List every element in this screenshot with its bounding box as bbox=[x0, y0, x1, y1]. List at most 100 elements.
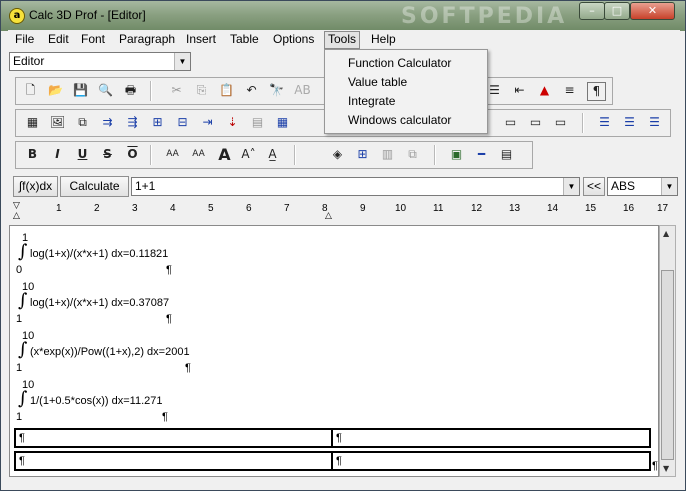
column-insert-icon[interactable]: ⇶ bbox=[124, 114, 141, 131]
menu-insert[interactable]: Insert bbox=[183, 32, 219, 46]
ruler-label: 14 bbox=[547, 203, 559, 214]
insert-image-icon[interactable]: 🖼 bbox=[49, 114, 66, 131]
page-icon[interactable]: ▤ bbox=[498, 146, 515, 163]
scrollbar-thumb[interactable] bbox=[661, 270, 674, 460]
menu-options[interactable]: Options bbox=[270, 32, 317, 46]
ruler-label: 8 bbox=[322, 203, 328, 214]
outline-list-icon[interactable]: ☰ bbox=[646, 114, 663, 131]
toolbar-format: B I U S O AA AA A A˄ A̲ ◈ ⊞ ▥ ⧉ ▣ ━ ▤ bbox=[15, 141, 533, 169]
save-icon[interactable]: 💾 bbox=[72, 82, 89, 99]
menu-edit[interactable]: Edit bbox=[45, 32, 72, 46]
stack-icon[interactable]: ⧉ bbox=[404, 146, 421, 163]
object-icon[interactable]: ⧉ bbox=[74, 114, 91, 131]
open-folder-icon[interactable]: 📂 bbox=[47, 82, 64, 99]
find-icon[interactable]: 🔭 bbox=[268, 82, 285, 99]
frame-bottom-icon[interactable]: ▭ bbox=[527, 114, 544, 131]
table-cell[interactable]: ¶ bbox=[14, 428, 333, 448]
bold-icon[interactable]: B bbox=[24, 146, 41, 163]
grid-view-icon[interactable]: ⊞ bbox=[354, 146, 371, 163]
grid-icon[interactable]: ▤ bbox=[249, 114, 266, 131]
chevron-down-icon[interactable]: ▼ bbox=[661, 178, 677, 195]
scroll-down-icon[interactable]: ▼ bbox=[663, 464, 669, 473]
table-cell[interactable]: ¶ bbox=[331, 451, 651, 471]
scroll-up-icon[interactable]: ▲ bbox=[663, 229, 669, 238]
menu-table[interactable]: Table bbox=[227, 32, 262, 46]
app-logo-icon: a bbox=[9, 8, 25, 24]
align-bottom-icon[interactable]: ⇥ bbox=[199, 114, 216, 131]
minimize-button[interactable]: – bbox=[579, 2, 605, 20]
menu-help[interactable]: Help bbox=[368, 32, 399, 46]
close-button[interactable]: ✕ bbox=[630, 2, 675, 20]
paragraph-mark-icon[interactable]: ¶ bbox=[587, 82, 606, 101]
table-cell[interactable]: ¶ bbox=[14, 451, 333, 471]
line-icon[interactable]: ━ bbox=[473, 146, 490, 163]
number-list-icon[interactable]: ☰ bbox=[621, 114, 638, 131]
function-combo[interactable]: ABS ▼ bbox=[607, 177, 678, 196]
italic-icon[interactable]: I bbox=[49, 146, 66, 163]
integral-lower-limit: 1 bbox=[16, 411, 23, 423]
styles-icon[interactable]: ≡ bbox=[561, 82, 578, 99]
spell-check-icon[interactable]: AB bbox=[294, 82, 311, 99]
print-preview-icon[interactable]: 🔍 bbox=[97, 82, 114, 99]
font-grow-icon[interactable]: AA bbox=[164, 146, 181, 163]
back-button[interactable]: << bbox=[583, 177, 605, 196]
align-right-icon[interactable]: ☰ bbox=[486, 82, 503, 99]
menu-file[interactable]: File bbox=[12, 32, 37, 46]
picture-icon[interactable]: ▣ bbox=[448, 146, 465, 163]
left-indent-marker-icon[interactable]: ▽ bbox=[13, 201, 20, 211]
menu-paragraph[interactable]: Paragraph bbox=[116, 32, 178, 46]
font-shrink-icon[interactable]: AA bbox=[190, 146, 207, 163]
overline-icon[interactable]: O bbox=[124, 146, 141, 163]
menu-item-integrate[interactable]: Integrate bbox=[348, 94, 395, 108]
paste-icon[interactable]: 📋 bbox=[218, 82, 235, 99]
menu-item-windows-calculator[interactable]: Windows calculator bbox=[348, 113, 451, 127]
print-icon[interactable]: 🖶 bbox=[122, 82, 139, 99]
separator bbox=[150, 81, 152, 101]
integral-sign-icon: ∫ bbox=[18, 241, 28, 262]
frame-middle-icon[interactable]: ▭ bbox=[552, 114, 569, 131]
table-grid-icon[interactable]: ▦ bbox=[274, 114, 291, 131]
title-bar: a Calc 3D Prof - [Editor] SOFTPEDIA – □ … bbox=[1, 1, 685, 31]
calculate-button[interactable]: Calculate bbox=[60, 176, 129, 197]
bullet-list-icon[interactable]: ☰ bbox=[596, 114, 613, 131]
menu-item-value-table[interactable]: Value table bbox=[348, 75, 407, 89]
integral-lower-limit: 1 bbox=[16, 362, 23, 374]
new-file-icon[interactable]: 🗋 bbox=[22, 82, 39, 99]
text-large-icon[interactable]: A bbox=[216, 146, 233, 163]
strikethrough-icon[interactable]: S bbox=[99, 146, 116, 163]
underline-icon[interactable]: U bbox=[74, 146, 91, 163]
copy-icon[interactable]: ⎘ bbox=[193, 82, 210, 99]
menu-tools[interactable]: Tools bbox=[324, 31, 361, 49]
subscript-icon[interactable]: A̲ bbox=[264, 146, 281, 163]
cell-split-icon[interactable]: ⊟ bbox=[174, 114, 191, 131]
undo-icon[interactable]: ↶ bbox=[243, 82, 260, 99]
menu-font[interactable]: Font bbox=[78, 32, 108, 46]
table-cell[interactable]: ¶ bbox=[331, 428, 651, 448]
chevron-down-icon[interactable]: ▼ bbox=[563, 178, 579, 195]
menu-item-function-calculator[interactable]: Function Calculator bbox=[348, 56, 451, 70]
chart-icon[interactable]: ▥ bbox=[379, 146, 396, 163]
menu-bar: File Edit Font Paragraph Insert Table Op… bbox=[8, 30, 680, 50]
document-area[interactable]: 1 ∫ log(1+x)/(x*x+1) dx=0.11821 0 ¶ 10 ∫… bbox=[9, 225, 659, 477]
expression-input[interactable]: 1+1 ▼ bbox=[131, 177, 580, 196]
vertical-scrollbar[interactable]: ▲ ▼ bbox=[659, 225, 676, 477]
fill-color-icon[interactable]: ▲ bbox=[536, 82, 553, 99]
row-insert-icon[interactable]: ⇉ bbox=[99, 114, 116, 131]
table-icon[interactable]: ▦ bbox=[24, 114, 41, 131]
integral-button[interactable]: ∫f(x)dx bbox=[13, 176, 58, 197]
cut-icon[interactable]: ✂ bbox=[168, 82, 185, 99]
superscript-icon[interactable]: A˄ bbox=[240, 146, 257, 163]
hanging-indent-marker-icon[interactable]: △ bbox=[13, 211, 20, 221]
ruler: ▽ △ △ 1 2 3 4 5 6 7 8 9 10 11 12 13 14 1… bbox=[9, 200, 673, 222]
sort-icon[interactable]: ⇣ bbox=[224, 114, 241, 131]
maximize-button[interactable]: □ bbox=[604, 2, 630, 20]
cell-merge-icon[interactable]: ⊞ bbox=[149, 114, 166, 131]
chevron-down-icon[interactable]: ▼ bbox=[174, 53, 190, 70]
color-fill-icon[interactable]: ◈ bbox=[329, 146, 346, 163]
indent-icon[interactable]: ⇤ bbox=[511, 82, 528, 99]
integral-lower-limit: 0 bbox=[16, 264, 23, 276]
frame-top-icon[interactable]: ▭ bbox=[502, 114, 519, 131]
ruler-label: 6 bbox=[246, 203, 252, 214]
ruler-label: 3 bbox=[132, 203, 138, 214]
style-combo[interactable]: Editor ▼ bbox=[9, 52, 191, 71]
